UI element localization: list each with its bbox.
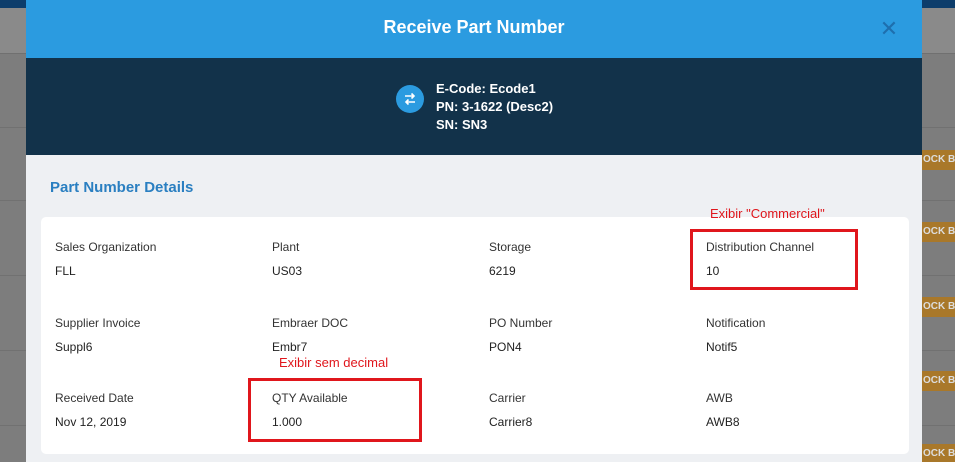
annotation-no-decimal-text: Exibir sem decimal bbox=[279, 355, 389, 370]
field-value: Notif5 bbox=[706, 340, 738, 354]
field-label: PO Number bbox=[489, 316, 553, 330]
modal-header: Receive Part Number ✕ bbox=[26, 0, 922, 58]
field-label: Carrier bbox=[489, 391, 526, 405]
field-received-date: Received Date Nov 12, 2019 bbox=[55, 391, 134, 429]
part-info-lines: E-Code: Ecode1 PN: 3-1622 (Desc2) SN: SN… bbox=[436, 80, 553, 134]
field-label: Notification bbox=[706, 316, 766, 330]
field-embraer-doc: Embraer DOC Embr7 bbox=[272, 316, 348, 354]
field-value: Suppl6 bbox=[55, 340, 93, 354]
field-value: 6219 bbox=[489, 264, 516, 278]
field-storage: Storage 6219 bbox=[489, 240, 531, 278]
field-value: AWB8 bbox=[706, 415, 740, 429]
part-info-band: E-Code: Ecode1 PN: 3-1622 (Desc2) SN: SN… bbox=[26, 58, 922, 155]
pn-text: PN: 3-1622 (Desc2) bbox=[436, 99, 554, 114]
field-value: Nov 12, 2019 bbox=[55, 415, 127, 429]
field-notification: Notification Notif5 bbox=[706, 316, 765, 354]
field-value: Carrier8 bbox=[489, 415, 533, 429]
field-label: Storage bbox=[489, 240, 532, 254]
sn-text: SN: SN3 bbox=[436, 117, 488, 132]
field-plant: Plant US03 bbox=[272, 240, 302, 278]
field-label: Received Date bbox=[55, 391, 134, 405]
field-carrier: Carrier Carrier8 bbox=[489, 391, 532, 429]
close-icon[interactable]: ✕ bbox=[878, 18, 900, 40]
background-badge[interactable]: OCK B bbox=[919, 150, 955, 170]
field-label: AWB bbox=[706, 391, 733, 405]
background-badge[interactable]: OCK B bbox=[919, 222, 955, 242]
field-label: Sales Organization bbox=[55, 240, 157, 254]
field-label: Supplier Invoice bbox=[55, 316, 141, 330]
field-supplier-invoice: Supplier Invoice Suppl6 bbox=[55, 316, 140, 354]
field-value: Embr7 bbox=[272, 340, 308, 354]
field-label: Embraer DOC bbox=[272, 316, 349, 330]
field-value: US03 bbox=[272, 264, 303, 278]
annotation-distribution-channel-box bbox=[690, 229, 858, 290]
background-badge[interactable]: OCK B bbox=[919, 297, 955, 317]
modal-title: Receive Part Number bbox=[383, 17, 565, 37]
field-awb: AWB AWB8 bbox=[706, 391, 740, 429]
field-label: Plant bbox=[272, 240, 300, 254]
swap-icon bbox=[396, 85, 424, 113]
field-sales-organization: Sales Organization FLL bbox=[55, 240, 156, 278]
background-badge[interactable]: OCK B bbox=[919, 371, 955, 391]
annotation-qty-available-box bbox=[248, 378, 422, 442]
annotation-commercial-text: Exibir "Commercial" bbox=[710, 206, 825, 221]
ecode-text: E-Code: Ecode1 bbox=[436, 81, 536, 96]
field-po-number: PO Number PON4 bbox=[489, 316, 552, 354]
background-badge[interactable]: OCK B bbox=[919, 444, 955, 462]
field-value: PON4 bbox=[489, 340, 522, 354]
field-value: FLL bbox=[55, 264, 76, 278]
section-title: Part Number Details bbox=[50, 179, 194, 196]
